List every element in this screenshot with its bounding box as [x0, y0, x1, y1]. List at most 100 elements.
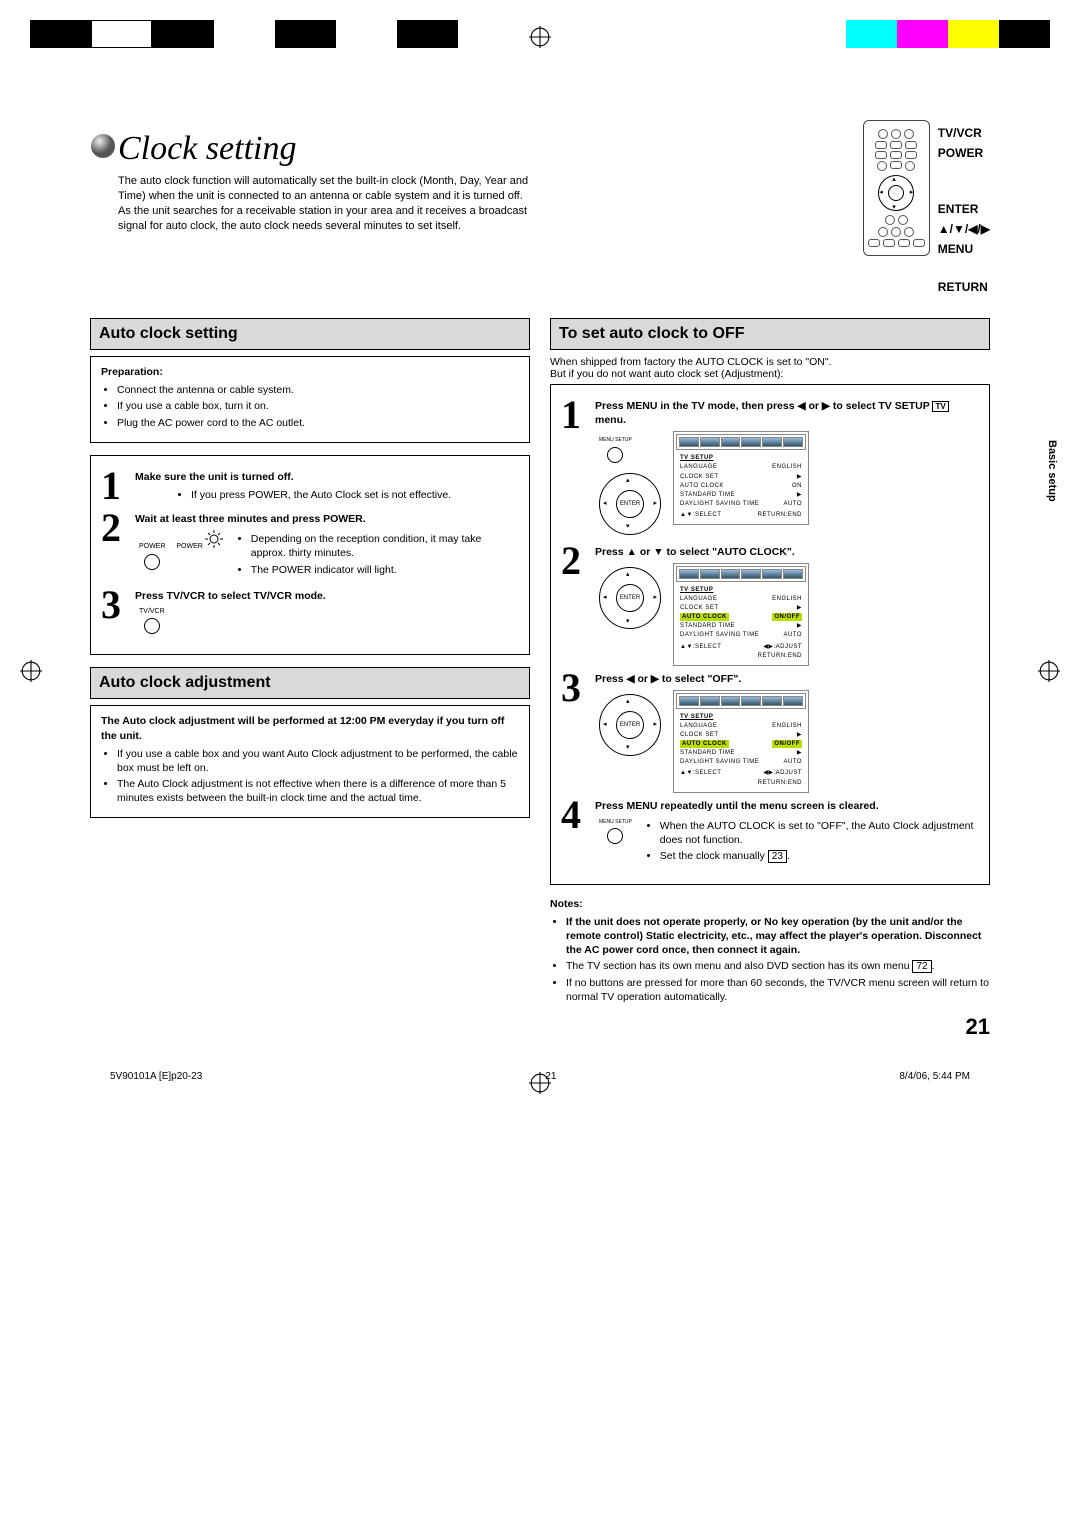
osd-foot: ▲▼:SELECT: [680, 511, 721, 519]
step-number: 4: [561, 799, 589, 831]
step-number: 2: [561, 545, 589, 577]
enter-center: ENTER: [616, 711, 644, 739]
remote-illustration: ▴▾◂▸: [863, 120, 930, 256]
left-column: Auto clock setting Preparation: Connect …: [90, 318, 530, 1040]
step-number: 1: [101, 470, 129, 502]
tvvcr-label: TV/VCR: [139, 608, 165, 615]
step2-heading: Wait at least three minutes and press PO…: [135, 512, 519, 526]
power-button-diagram: POWER: [139, 542, 165, 571]
registration-mark-right: [1038, 660, 1060, 682]
lead-text: When shipped from factory the AUTO CLOCK…: [550, 356, 990, 368]
osd-foot: RETURN:END: [758, 652, 802, 660]
step-number: 1: [561, 399, 589, 431]
osd-foot: ◀▶:ADJUST: [763, 643, 802, 651]
sphere-icon: [90, 133, 116, 159]
notes-heading: Notes:: [550, 898, 583, 910]
enter-center: ENTER: [616, 584, 644, 612]
step-text: Set the clock manually: [660, 850, 765, 862]
osd-val: ▶: [797, 604, 802, 612]
steps-box-right: 1 Press MENU in the TV mode, then press …: [550, 384, 990, 885]
enter-dpad-diagram: ENTER▴▾◂▸: [599, 473, 661, 535]
osd-row-highlight: AUTO CLOCK: [680, 613, 729, 621]
label-tvvcr: TV/VCR: [938, 126, 990, 140]
osd-title: TV SETUP: [680, 454, 802, 462]
preparation-heading: Preparation:: [101, 366, 163, 378]
enter-dpad-diagram: ENTER▴▾◂▸: [599, 567, 661, 629]
tvvcr-button-diagram: TV/VCR: [139, 607, 165, 636]
enter-center: ENTER: [616, 490, 644, 518]
page-ref: 23: [768, 850, 787, 863]
power-label: POWER: [176, 543, 202, 550]
osd-row: STANDARD TIME: [680, 749, 735, 757]
page-ref: 72: [912, 960, 931, 973]
page-number: 21: [550, 1014, 990, 1040]
manual-page: Basic setup Clock setting The auto clock…: [30, 20, 1050, 1100]
step2r-heading: Press ▲ or ▼ to select "AUTO CLOCK".: [595, 545, 979, 559]
step2-note: Depending on the reception condition, it…: [251, 532, 519, 560]
osd-val: ENGLISH: [772, 722, 802, 730]
osd-foot: RETURN:END: [758, 511, 802, 519]
osd-row: LANGUAGE: [680, 463, 717, 471]
menu-button-diagram: MENU SETUP: [599, 817, 632, 866]
note-text: If the unit does not operate properly, o…: [566, 916, 981, 956]
osd-title: TV SETUP: [680, 586, 802, 594]
label-power: POWER: [938, 146, 990, 160]
osd-row: LANGUAGE: [680, 722, 717, 730]
osd-val: AUTO: [783, 631, 802, 639]
heading-set-auto-clock-off: To set auto clock to OFF: [550, 318, 990, 350]
osd-val: ▶: [797, 622, 802, 630]
osd-val: ▶: [797, 749, 802, 757]
label-arrows: ▲/▼/◀/▶: [938, 222, 990, 236]
osd-val: ▶: [797, 473, 802, 481]
intro-text: The auto clock function will automatical…: [118, 174, 538, 233]
menu-button-diagram: MENU SETUP: [599, 435, 632, 464]
right-column: To set auto clock to OFF When shipped fr…: [550, 318, 990, 1040]
osd-row-highlight: AUTO CLOCK: [680, 740, 729, 748]
label-menu: MENU: [938, 242, 990, 256]
osd-row: STANDARD TIME: [680, 622, 735, 630]
osd-screen-3: TV SETUP LANGUAGEENGLISH CLOCK SET▶ AUTO…: [673, 690, 809, 793]
osd-title: TV SETUP: [680, 713, 802, 721]
step1-heading: Make sure the unit is turned off.: [135, 470, 519, 484]
heading-auto-clock-setting: Auto clock setting: [90, 318, 530, 350]
registration-mark-bottom: [529, 1072, 551, 1094]
step-number: 2: [101, 512, 129, 544]
registration-mark-left: [20, 660, 42, 682]
step4r-heading: Press MENU repeatedly until the menu scr…: [595, 799, 979, 813]
step2-note: The POWER indicator will light.: [251, 563, 519, 577]
step-number: 3: [101, 589, 129, 621]
power-label: POWER: [139, 543, 165, 550]
preparation-box: Preparation: Connect the antenna or cabl…: [90, 356, 530, 443]
osd-foot: ◀▶:ADJUST: [763, 769, 802, 777]
step-text: Press MENU in the TV mode, then press ◀ …: [595, 400, 930, 412]
power-led-diagram: POWER: [176, 530, 222, 551]
step4-note: When the AUTO CLOCK is set to "OFF", the…: [660, 819, 979, 847]
prep-item: Plug the AC power cord to the AC outlet.: [117, 416, 519, 430]
osd-row: AUTO CLOCK: [680, 482, 724, 490]
osd-row: DAYLIGHT SAVING TIME: [680, 500, 759, 508]
osd-val: ▶: [797, 491, 802, 499]
adjustment-box: The Auto clock adjustment will be perfor…: [90, 705, 530, 818]
prep-item: Connect the antenna or cable system.: [117, 383, 519, 397]
osd-row: LANGUAGE: [680, 595, 717, 603]
enter-dpad-diagram: ENTER▴▾◂▸: [599, 694, 661, 756]
note-item: If the unit does not operate properly, o…: [566, 915, 990, 958]
osd-val-highlight: ON/OFF: [772, 740, 802, 748]
step-number: 3: [561, 672, 589, 704]
step3r-heading: Press ◀ or ▶ to select "OFF".: [595, 672, 979, 686]
label-enter: ENTER: [938, 202, 990, 216]
osd-val: ENGLISH: [772, 463, 802, 471]
menu-label: MENU SETUP: [599, 437, 632, 443]
label-return: RETURN: [938, 280, 990, 294]
note-text: The TV section has its own menu and also…: [566, 960, 910, 972]
step1-note: If you press POWER, the Auto Clock set i…: [191, 488, 519, 502]
adjustment-note: The Auto Clock adjustment is not effecti…: [117, 777, 519, 805]
osd-val: AUTO: [783, 500, 802, 508]
osd-val: ON: [792, 482, 802, 490]
remote-labels: TV/VCR POWER ENTER ▲/▼/◀/▶ MENU RETURN: [938, 120, 990, 300]
osd-foot: ▲▼:SELECT: [680, 643, 721, 651]
osd-val: ▶: [797, 731, 802, 739]
osd-row: STANDARD TIME: [680, 491, 735, 499]
osd-foot: RETURN:END: [758, 779, 802, 787]
osd-row: DAYLIGHT SAVING TIME: [680, 758, 759, 766]
